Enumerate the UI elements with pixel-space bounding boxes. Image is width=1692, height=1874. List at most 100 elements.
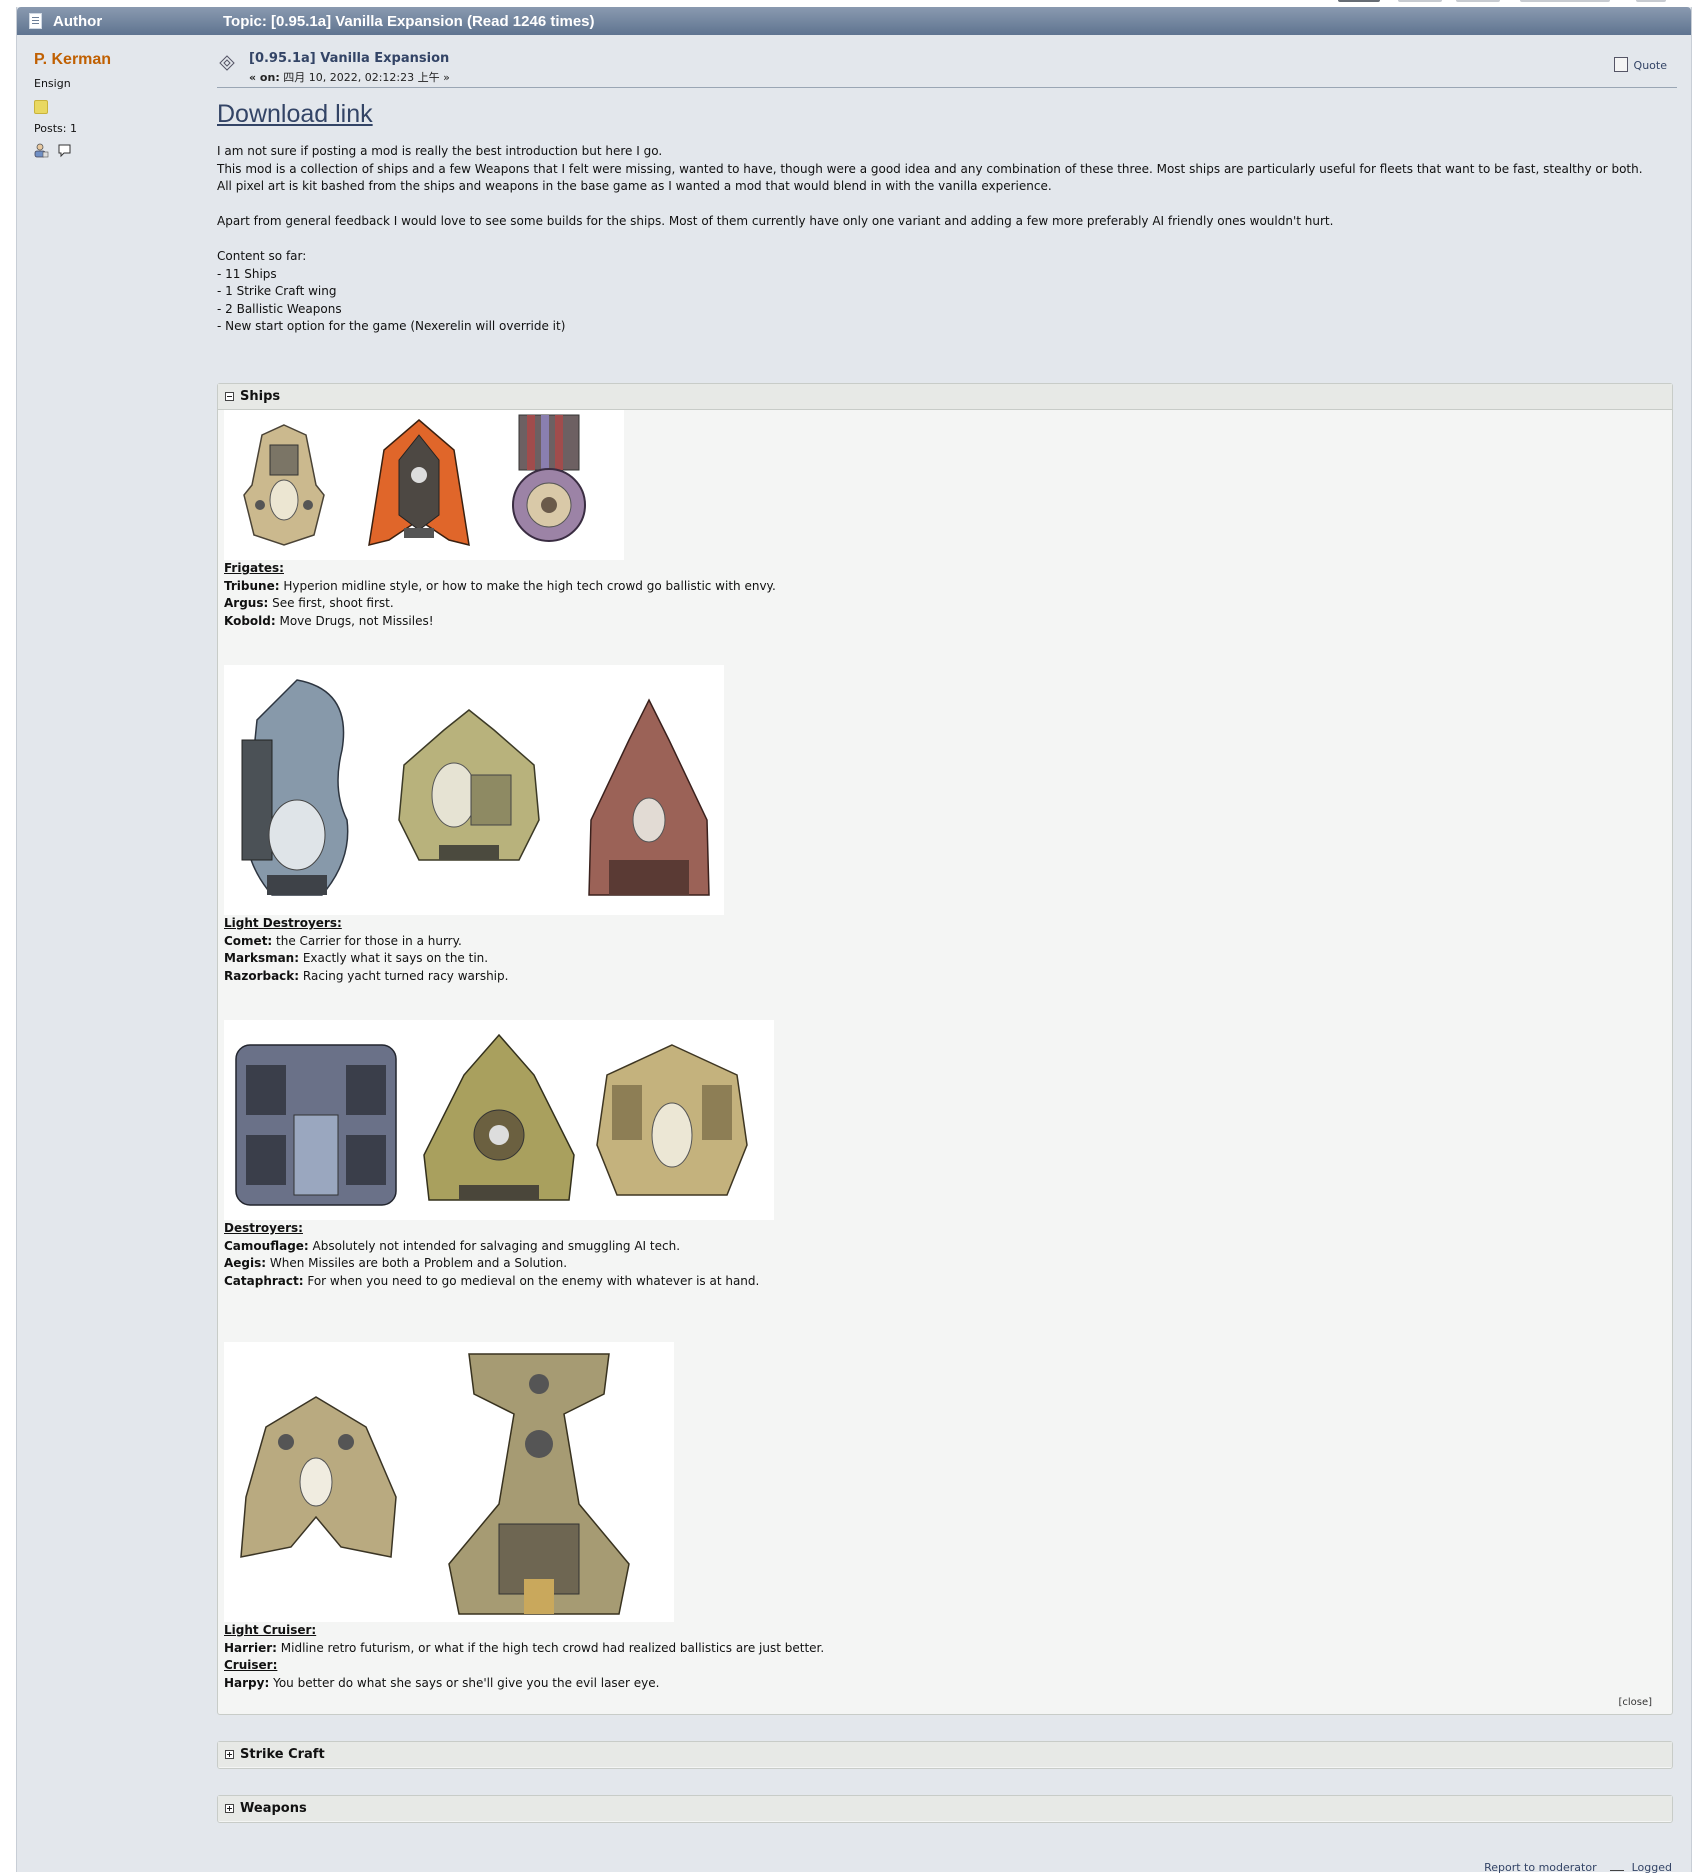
ship-name: Comet: <box>224 933 273 948</box>
camouflage-ship <box>235 1044 397 1206</box>
top-tab[interactable] <box>1398 0 1442 2</box>
cruisers-image <box>224 1342 674 1622</box>
ship-entry: Marksman: Exactly what it says on the ti… <box>224 950 508 968</box>
light-destroyers-heading: Light Destroyers: <box>224 916 342 930</box>
ship-entry: Aegis: When Missiles are both a Problem … <box>224 1255 759 1273</box>
ship-blurb: Racing yacht turned racy warship. <box>299 968 509 983</box>
ship-entry: Camouflage: Absolutely not intended for … <box>224 1238 759 1256</box>
speech-bubble-icon[interactable] <box>57 143 72 162</box>
weapons-spoiler-header[interactable]: Weapons <box>218 1796 1672 1821</box>
light-destroyers-description: Light Destroyers: Comet: the Carrier for… <box>224 915 508 985</box>
ship-blurb: When Missiles are both a Problem and a S… <box>266 1256 568 1270</box>
ship-blurb: Move Drugs, not Missiles! <box>275 613 434 628</box>
ships-spoiler-title: Ships <box>240 389 281 404</box>
comet-ship <box>241 679 349 896</box>
weapons-spoiler[interactable]: Weapons <box>217 1795 1673 1823</box>
intro-line: Content so far: <box>217 249 307 263</box>
download-link[interactable]: Download link <box>217 100 373 129</box>
post-header: [0.95.1a] Vanilla Expansion « on: 四月 10,… <box>217 47 1677 88</box>
intro-line: Apart from general feedback I would love… <box>217 214 1334 228</box>
frigates-image <box>224 410 624 560</box>
post-icon <box>219 55 235 71</box>
argus-ship <box>368 419 470 547</box>
ship-name: Harrier: <box>224 1640 277 1655</box>
ship-blurb: Hyperion midline style, or how to make t… <box>279 578 776 593</box>
ship-entry: Harrier: Midline retro futurism, or what… <box>224 1640 824 1658</box>
ship-entry: Argus: See first, shoot first. <box>224 595 776 613</box>
expand-icon[interactable] <box>225 1804 234 1813</box>
light-cruiser-heading: Light Cruiser: <box>224 1623 317 1637</box>
ship-name: Argus: <box>224 596 269 610</box>
ship-entry: Comet: the Carrier for those in a hurry. <box>224 933 508 951</box>
ship-entry: Razorback: Racing yacht turned racy wars… <box>224 968 508 986</box>
marksman-ship <box>398 709 540 861</box>
ship-blurb: You better do what she says or she'll gi… <box>269 1675 660 1690</box>
document-icon <box>29 13 42 29</box>
quote-label: Quote <box>1633 59 1667 72</box>
content-list-item: - 2 Ballistic Weapons <box>217 301 342 316</box>
harrier-ship <box>240 1396 397 1558</box>
topic-title: Topic: [0.95.1a] Vanilla Expansion (Read… <box>223 13 595 30</box>
top-tab[interactable] <box>1636 0 1666 2</box>
destroyers-image <box>224 1020 774 1220</box>
strike-craft-spoiler[interactable]: Strike Craft <box>217 1741 1673 1769</box>
post-content: [0.95.1a] Vanilla Expansion « on: 四月 10,… <box>217 47 1677 336</box>
ship-blurb: Midline retro futurism, or what if the h… <box>276 1640 825 1655</box>
report-to-moderator-link[interactable]: Report to moderator <box>1484 1861 1597 1874</box>
weapons-spoiler-title: Weapons <box>240 1801 307 1816</box>
ship-name: Tribune: <box>224 578 280 593</box>
rank-star-icon <box>34 100 48 114</box>
spoiler-close-link[interactable]: [close] <box>1618 1697 1652 1708</box>
ship-blurb: Absolutely not intended for salvaging an… <box>308 1238 681 1253</box>
post-subject[interactable]: [0.95.1a] Vanilla Expansion <box>249 51 449 66</box>
ship-entry: Kobold: Move Drugs, not Missiles! <box>224 613 776 631</box>
frigates-heading: Frigates: <box>224 561 284 575</box>
harpy-ship <box>448 1353 630 1615</box>
ship-name: Aegis: <box>224 1256 267 1270</box>
post-body: I am not sure if posting a mod is really… <box>217 143 1677 336</box>
aegis-ship <box>423 1033 575 1201</box>
ship-name: Harpy: <box>224 1675 270 1690</box>
intro-line: All pixel art is kit bashed from the shi… <box>217 179 1052 193</box>
ship-name: Marksman: <box>224 951 300 965</box>
frigates-description: Frigates: Tribune: Hyperion midline styl… <box>224 560 776 630</box>
ship-name: Cataphract: <box>224 1273 304 1288</box>
content-list-item: - New start option for the game (Nexerel… <box>217 319 566 333</box>
poster-post-count: Posts: 1 <box>34 122 77 135</box>
content-list-item: - 11 Ships <box>217 266 277 281</box>
ship-blurb: See first, shoot first. <box>268 596 394 610</box>
post-date-value: 四月 10, 2022, 02:12:23 上午 » <box>279 71 450 84</box>
ship-name: Razorback: <box>224 968 300 983</box>
top-tabs-strip <box>0 0 1692 6</box>
ship-entry: Cataphract: For when you need to go medi… <box>224 1273 759 1291</box>
logged-icon <box>1610 1860 1625 1871</box>
razorback-ship <box>588 698 710 896</box>
logged-label: Logged <box>1631 1861 1672 1874</box>
poster-rank: Ensign <box>34 77 71 90</box>
collapse-icon[interactable] <box>225 392 234 401</box>
forum-page: Author Topic: [0.95.1a] Vanilla Expansio… <box>0 0 1692 1874</box>
poster-info: P. Kerman Ensign Posts: 1 <box>34 51 204 162</box>
ships-spoiler: Ships Frigates: Tribune: Hyperion midlin… <box>217 383 1673 1715</box>
author-column-label: Author <box>53 13 103 30</box>
strike-craft-spoiler-title: Strike Craft <box>240 1747 325 1762</box>
poster-name[interactable]: P. Kerman <box>34 51 204 69</box>
top-tab[interactable] <box>1456 0 1500 2</box>
quote-button[interactable]: Quote <box>1613 57 1667 72</box>
topic-frame: Author Topic: [0.95.1a] Vanilla Expansio… <box>16 7 1692 1872</box>
user-profile-icon[interactable] <box>34 143 49 162</box>
top-tab[interactable] <box>1338 0 1380 2</box>
ship-entry: Harpy: You better do what she says or sh… <box>224 1675 824 1693</box>
intro-line: This mod is a collection of ships and a … <box>217 161 1643 176</box>
post-date: « on: 四月 10, 2022, 02:12:23 上午 » <box>249 69 450 85</box>
content-list-item: - 1 Strike Craft wing <box>217 284 337 298</box>
ship-entry: Tribune: Hyperion midline style, or how … <box>224 578 776 596</box>
ships-spoiler-header[interactable]: Ships <box>218 384 1672 410</box>
strike-craft-spoiler-header[interactable]: Strike Craft <box>218 1742 1672 1767</box>
quote-icon <box>1613 57 1628 72</box>
destroyers-heading: Destroyers: <box>224 1221 303 1235</box>
ship-name: Camouflage: <box>224 1238 309 1253</box>
expand-icon[interactable] <box>225 1750 234 1759</box>
tribune-ship <box>243 424 325 546</box>
top-tab[interactable] <box>1520 0 1610 2</box>
